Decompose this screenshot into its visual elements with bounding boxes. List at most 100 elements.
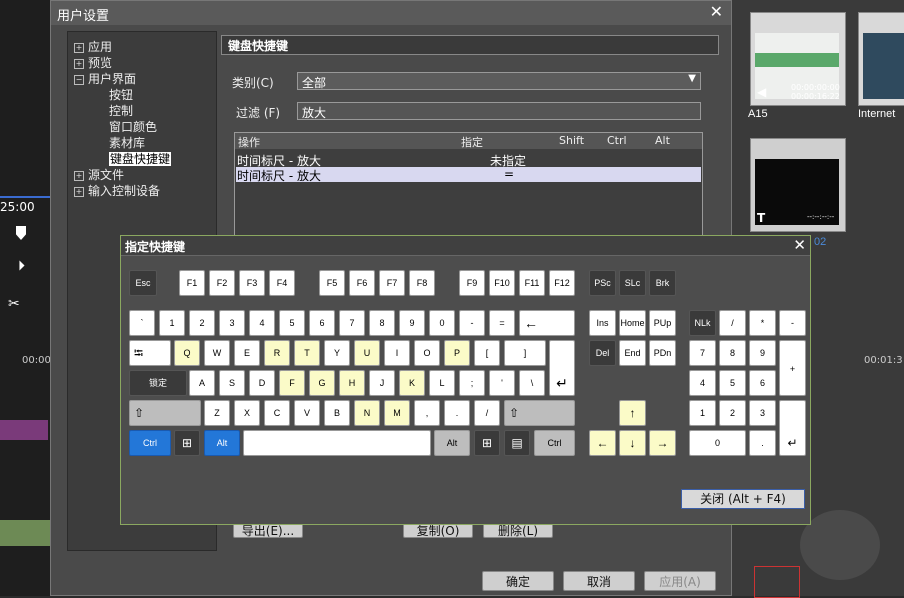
key-b[interactable]: B: [324, 400, 350, 426]
key-rbracket[interactable]: ]: [504, 340, 546, 366]
key-5[interactable]: 5: [279, 310, 305, 336]
arrow-down-icon[interactable]: ↓: [619, 430, 646, 456]
key-minus[interactable]: -: [459, 310, 485, 336]
key-np-add[interactable]: +: [779, 340, 806, 396]
key-pup[interactable]: PUp: [649, 310, 676, 336]
key-r[interactable]: R: [264, 340, 290, 366]
key-np-8[interactable]: 8: [719, 340, 746, 366]
menu-key-icon[interactable]: ▤: [504, 430, 530, 456]
tree-item-control[interactable]: 控制: [109, 102, 133, 119]
apply-button[interactable]: 应用(A): [644, 571, 716, 591]
category-select[interactable]: 全部 ▼: [297, 72, 701, 90]
key-f10[interactable]: F10: [489, 270, 515, 296]
key-2[interactable]: 2: [189, 310, 215, 336]
key-f8[interactable]: F8: [409, 270, 435, 296]
key-np-6[interactable]: 6: [749, 370, 776, 396]
key-o[interactable]: O: [414, 340, 440, 366]
key-z[interactable]: Z: [204, 400, 230, 426]
key-a[interactable]: A: [189, 370, 215, 396]
key-q[interactable]: Q: [174, 340, 200, 366]
key-f9[interactable]: F9: [459, 270, 485, 296]
key-ins[interactable]: Ins: [589, 310, 616, 336]
key-w[interactable]: W: [204, 340, 230, 366]
key-k[interactable]: K: [399, 370, 425, 396]
key-l[interactable]: L: [429, 370, 455, 396]
tree-item-input-devices[interactable]: + 输入控制设备: [74, 182, 160, 199]
key-f4[interactable]: F4: [269, 270, 295, 296]
expand-icon[interactable]: +: [74, 42, 84, 53]
key-numlock[interactable]: NLk: [689, 310, 716, 336]
key-backslash[interactable]: \: [519, 370, 545, 396]
col-shift[interactable]: Shift: [559, 134, 584, 147]
key-home[interactable]: Home: [619, 310, 646, 336]
key-m[interactable]: M: [384, 400, 410, 426]
arrow-right-icon[interactable]: →: [649, 430, 676, 456]
key-np-enter[interactable]: ↵: [779, 400, 806, 456]
arrow-up-icon[interactable]: ↑: [619, 400, 646, 426]
key-f7[interactable]: F7: [379, 270, 405, 296]
key-end[interactable]: End: [619, 340, 646, 366]
tree-item-window-color[interactable]: 窗口颜色: [109, 118, 157, 135]
key-9[interactable]: 9: [399, 310, 425, 336]
tree-item-keyboard-shortcuts[interactable]: 键盘快捷键: [109, 150, 172, 167]
expand-icon[interactable]: +: [74, 170, 84, 181]
tree-item-bin[interactable]: 素材库: [109, 134, 145, 151]
key-np-5[interactable]: 5: [719, 370, 746, 396]
key-np-7[interactable]: 7: [689, 340, 716, 366]
key-np-9[interactable]: 9: [749, 340, 776, 366]
col-ctrl[interactable]: Ctrl: [607, 134, 627, 147]
key-brk[interactable]: Brk: [649, 270, 676, 296]
track-clip[interactable]: [0, 420, 48, 440]
table-row[interactable]: 时间标尺 - 放大 未指定: [236, 152, 701, 168]
key-p[interactable]: P: [444, 340, 470, 366]
key-u[interactable]: U: [354, 340, 380, 366]
key-capslock[interactable]: 锁定: [129, 370, 187, 396]
expand-icon[interactable]: +: [74, 58, 84, 69]
key-f6[interactable]: F6: [349, 270, 375, 296]
tree-item-preview[interactable]: + 预览: [74, 54, 112, 71]
key-3[interactable]: 3: [219, 310, 245, 336]
key-shift-left[interactable]: ⇧: [129, 400, 201, 426]
collapse-icon[interactable]: −: [74, 74, 84, 85]
key-4[interactable]: 4: [249, 310, 275, 336]
key-h[interactable]: H: [339, 370, 365, 396]
close-icon[interactable]: ✕: [793, 236, 806, 254]
key-7[interactable]: 7: [339, 310, 365, 336]
key-j[interactable]: J: [369, 370, 395, 396]
step-forward-icon[interactable]: ⏵: [18, 258, 25, 274]
key-c[interactable]: C: [264, 400, 290, 426]
key-slc[interactable]: SLc: [619, 270, 646, 296]
windows-key-icon[interactable]: ⊞: [474, 430, 500, 456]
clip-thumb-internet[interactable]: [858, 12, 904, 106]
delete-button[interactable]: 删除(L): [483, 523, 553, 538]
key-e[interactable]: E: [234, 340, 260, 366]
tree-item-app[interactable]: + 应用: [74, 38, 112, 55]
tree-item-source[interactable]: + 源文件: [74, 166, 124, 183]
key-f1[interactable]: F1: [179, 270, 205, 296]
key-ctrl-right[interactable]: Ctrl: [534, 430, 575, 456]
playhead-icon[interactable]: [16, 226, 26, 240]
key-y[interactable]: Y: [324, 340, 350, 366]
key-8[interactable]: 8: [369, 310, 395, 336]
key-quote[interactable]: ': [489, 370, 515, 396]
key-v[interactable]: V: [294, 400, 320, 426]
key-ctrl-left[interactable]: Ctrl: [129, 430, 171, 456]
filter-input[interactable]: 放大: [297, 102, 701, 120]
key-alt-left[interactable]: Alt: [204, 430, 240, 456]
key-np-4[interactable]: 4: [689, 370, 716, 396]
key-period[interactable]: .: [444, 400, 470, 426]
arrow-left-icon[interactable]: ←: [589, 430, 616, 456]
key-n[interactable]: N: [354, 400, 380, 426]
clip-thumb-a15[interactable]: ◀ 00:00:00:00 00:00:16:22: [750, 12, 846, 106]
key-space[interactable]: [243, 430, 431, 456]
clip-thumb-title[interactable]: T --:--:--:--: [750, 138, 846, 232]
key-np-3[interactable]: 3: [749, 400, 776, 426]
key-np-multiply[interactable]: *: [749, 310, 776, 336]
key-alt-right[interactable]: Alt: [434, 430, 470, 456]
key-6[interactable]: 6: [309, 310, 335, 336]
key-backspace[interactable]: ←: [519, 310, 575, 336]
key-esc[interactable]: Esc: [129, 270, 157, 296]
key-pdn[interactable]: PDn: [649, 340, 676, 366]
key-d[interactable]: D: [249, 370, 275, 396]
close-icon[interactable]: ✕: [710, 2, 723, 21]
